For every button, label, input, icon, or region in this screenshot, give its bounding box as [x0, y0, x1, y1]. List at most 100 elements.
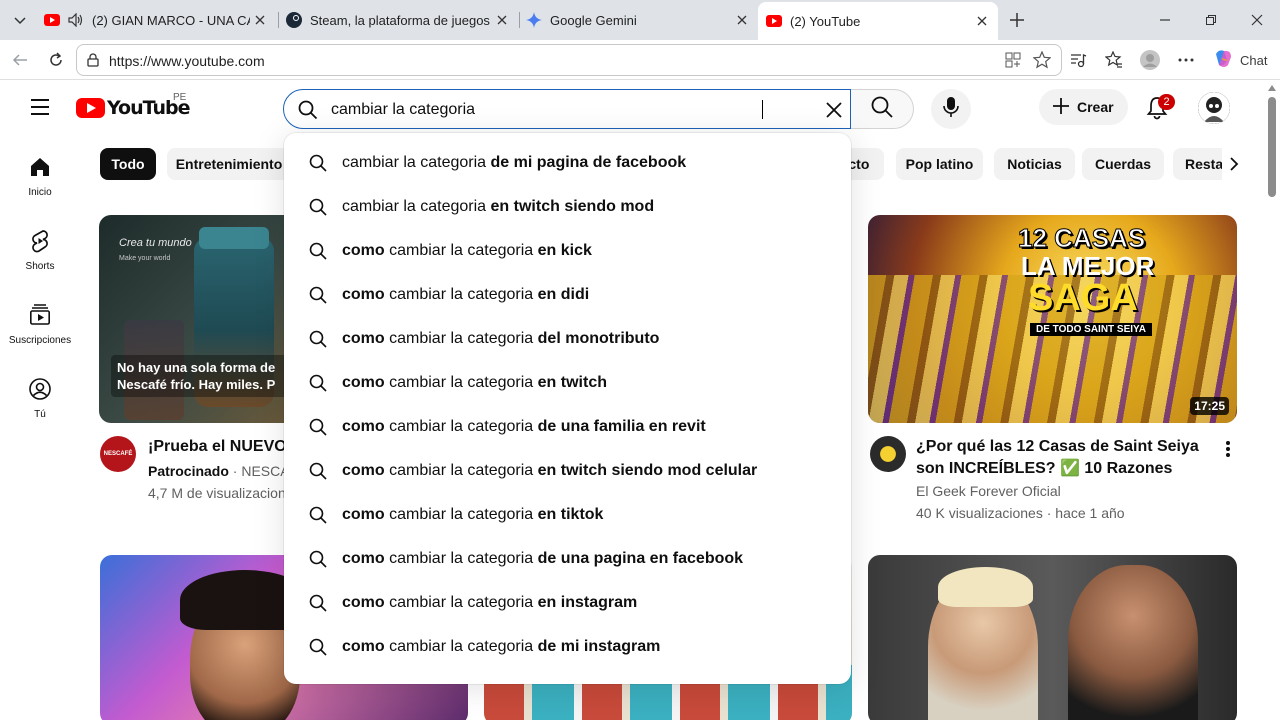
suggestion-typed: cambiar la categoria — [389, 374, 534, 391]
new-tab-plus-icon[interactable] — [1006, 9, 1028, 31]
minimize-icon[interactable] — [1153, 8, 1177, 32]
thumb-line4: DE TODO SAINT SEIYA — [1030, 323, 1153, 336]
app-available-icon[interactable] — [1005, 52, 1021, 73]
region-code: PE — [173, 92, 187, 103]
page-scrollbar[interactable] — [1264, 81, 1280, 720]
suggestion-typed: cambiar la categoria — [389, 594, 534, 611]
account-avatar[interactable] — [1198, 92, 1230, 124]
channel-avatar-el-geek[interactable] — [870, 436, 906, 472]
site-info-lock-icon[interactable] — [86, 53, 100, 72]
suggestion-item[interactable]: como cambiar la categoria de una pagina … — [284, 537, 851, 581]
address-bar[interactable]: https://www.youtube.com — [76, 44, 1062, 76]
browser-tab-gian-marco[interactable]: (2) GIAN MARCO - UNA CANCIÓN — [44, 6, 276, 34]
channel-name[interactable]: El Geek Forever Oficial — [916, 480, 1061, 502]
microphone-icon — [942, 96, 960, 123]
suggestion-item[interactable]: como cambiar la categoria de una familia… — [284, 405, 851, 449]
create-label: Crear — [1077, 99, 1114, 115]
chip-cuerdas[interactable]: Cuerdas — [1082, 148, 1164, 180]
browser-tab-gemini[interactable]: Google Gemini — [526, 6, 758, 34]
suggestion-item[interactable]: cambiar la categoria de mi pagina de fac… — [284, 141, 851, 185]
video-thumbnail-saint-seiya[interactable]: 12 CASAS LA MEJOR SAGA DE TODO SAINT SEI… — [868, 215, 1237, 423]
guide-item-shorts[interactable]: Shorts — [4, 219, 76, 291]
search-suggestions-dropdown: cambiar la categoria de mi pagina de fac… — [284, 133, 851, 684]
favorites-icon[interactable] — [1102, 48, 1126, 72]
create-button[interactable]: Crear — [1039, 89, 1128, 125]
more-dots-icon[interactable] — [1174, 48, 1198, 72]
suggestion-completion: en tiktok — [537, 506, 604, 523]
close-tab-icon[interactable] — [734, 12, 750, 28]
favorite-star-icon[interactable] — [1032, 50, 1052, 74]
back-arrow-icon[interactable] — [8, 48, 32, 72]
chip-todo[interactable]: Todo — [100, 148, 156, 180]
close-window-icon[interactable] — [1245, 8, 1269, 32]
suggestion-typed: cambiar la categoria — [342, 154, 487, 171]
search-input[interactable] — [331, 99, 811, 121]
shorts-icon — [28, 229, 52, 253]
video-title[interactable]: ¿Por qué las 12 Casas de Saint Seiya son… — [916, 436, 1216, 480]
reload-icon[interactable] — [44, 48, 68, 72]
channel-avatar-nescafe[interactable]: NESCAFÉ — [100, 436, 136, 472]
suggestion-item[interactable]: como cambiar la categoria en kick — [284, 229, 851, 273]
guide-item-tu[interactable]: Tú — [4, 367, 76, 439]
suggestion-item[interactable]: como cambiar la categoria en didi — [284, 273, 851, 317]
suggestion-completion: de mi pagina de facebook — [490, 154, 687, 171]
guide-label: Tú — [34, 409, 46, 420]
guide-item-inicio[interactable]: Inicio — [4, 145, 76, 217]
thumb-text-sub: Make your world — [119, 255, 171, 262]
search-button[interactable] — [851, 89, 914, 129]
video-more-options-icon[interactable] — [1220, 438, 1236, 460]
tab-list-chevron-icon[interactable] — [8, 8, 32, 32]
chip-entretenimiento[interactable]: Entretenimiento — [167, 148, 291, 180]
suggestion-item[interactable]: como cambiar la categoria en twitch — [284, 361, 851, 405]
copilot-chat-button[interactable]: Chat — [1206, 46, 1272, 74]
clear-search-icon[interactable] — [822, 98, 846, 122]
youtube-icon — [44, 14, 60, 26]
close-tab-icon[interactable] — [252, 12, 268, 28]
suggestion-item[interactable]: como cambiar la categoria en tiktok — [284, 493, 851, 537]
search-icon — [308, 593, 328, 613]
search-icon — [308, 417, 328, 437]
you-icon — [28, 377, 52, 401]
gemini-icon — [526, 12, 542, 28]
close-tab-icon[interactable] — [974, 13, 990, 29]
profile-avatar-icon[interactable] — [1138, 48, 1162, 72]
search-box[interactable] — [283, 89, 851, 129]
suggestion-prefix: como — [342, 506, 385, 523]
speaker-icon[interactable] — [68, 13, 84, 27]
search-icon — [308, 329, 328, 349]
suggestion-item[interactable]: como cambiar la categoria en twitch sien… — [284, 449, 851, 493]
media-control-icon[interactable] — [1066, 48, 1090, 72]
suggestion-completion: en kick — [537, 242, 592, 259]
guide-item-suscripciones[interactable]: Suscripciones — [4, 293, 76, 365]
restore-icon[interactable] — [1199, 8, 1223, 32]
tab-title: Google Gemini — [550, 12, 637, 28]
search-icon — [308, 153, 328, 173]
channel-name[interactable]: NESCAF — [241, 463, 288, 479]
browser-tab-youtube-active[interactable]: (2) YouTube — [758, 2, 998, 40]
suggestion-completion: del monotributo — [537, 330, 660, 347]
suggestion-completion: de mi instagram — [537, 638, 661, 655]
voice-search-button[interactable] — [931, 89, 971, 129]
search-icon — [308, 549, 328, 569]
video-thumbnail-row2-3[interactable] — [868, 555, 1237, 720]
search-icon — [308, 505, 328, 525]
video-duration: 17:25 — [1190, 397, 1229, 415]
youtube-page: YouTube PE Crear 2 — [0, 81, 1280, 720]
suggestion-item[interactable]: como cambiar la categoria en instagram — [284, 581, 851, 625]
suggestion-item[interactable]: cambiar la categoria en twitch siendo mo… — [284, 185, 851, 229]
chip-noticias[interactable]: Noticias — [994, 148, 1075, 180]
close-tab-icon[interactable] — [494, 12, 510, 28]
video-title[interactable]: ¡Prueba el NUEVO N — [148, 436, 288, 458]
sponsored-label: Patrocinado — [148, 463, 229, 479]
scroll-up-arrow-icon[interactable] — [1268, 85, 1276, 91]
scrollbar-thumb[interactable] — [1268, 97, 1276, 197]
browser-tab-steam[interactable]: Steam, la plataforma de juegos on — [286, 6, 518, 34]
chips-next-chevron-icon[interactable] — [1222, 148, 1246, 180]
chip-pop-latino[interactable]: Pop latino — [896, 148, 983, 180]
youtube-play-logo-icon — [76, 98, 105, 118]
suggestion-item[interactable]: como cambiar la categoria de mi instagra… — [284, 625, 851, 669]
suggestion-item[interactable]: como cambiar la categoria del monotribut… — [284, 317, 851, 361]
plus-icon — [1051, 96, 1071, 119]
menu-hamburger-icon[interactable] — [28, 95, 52, 119]
search-icon — [308, 373, 328, 393]
